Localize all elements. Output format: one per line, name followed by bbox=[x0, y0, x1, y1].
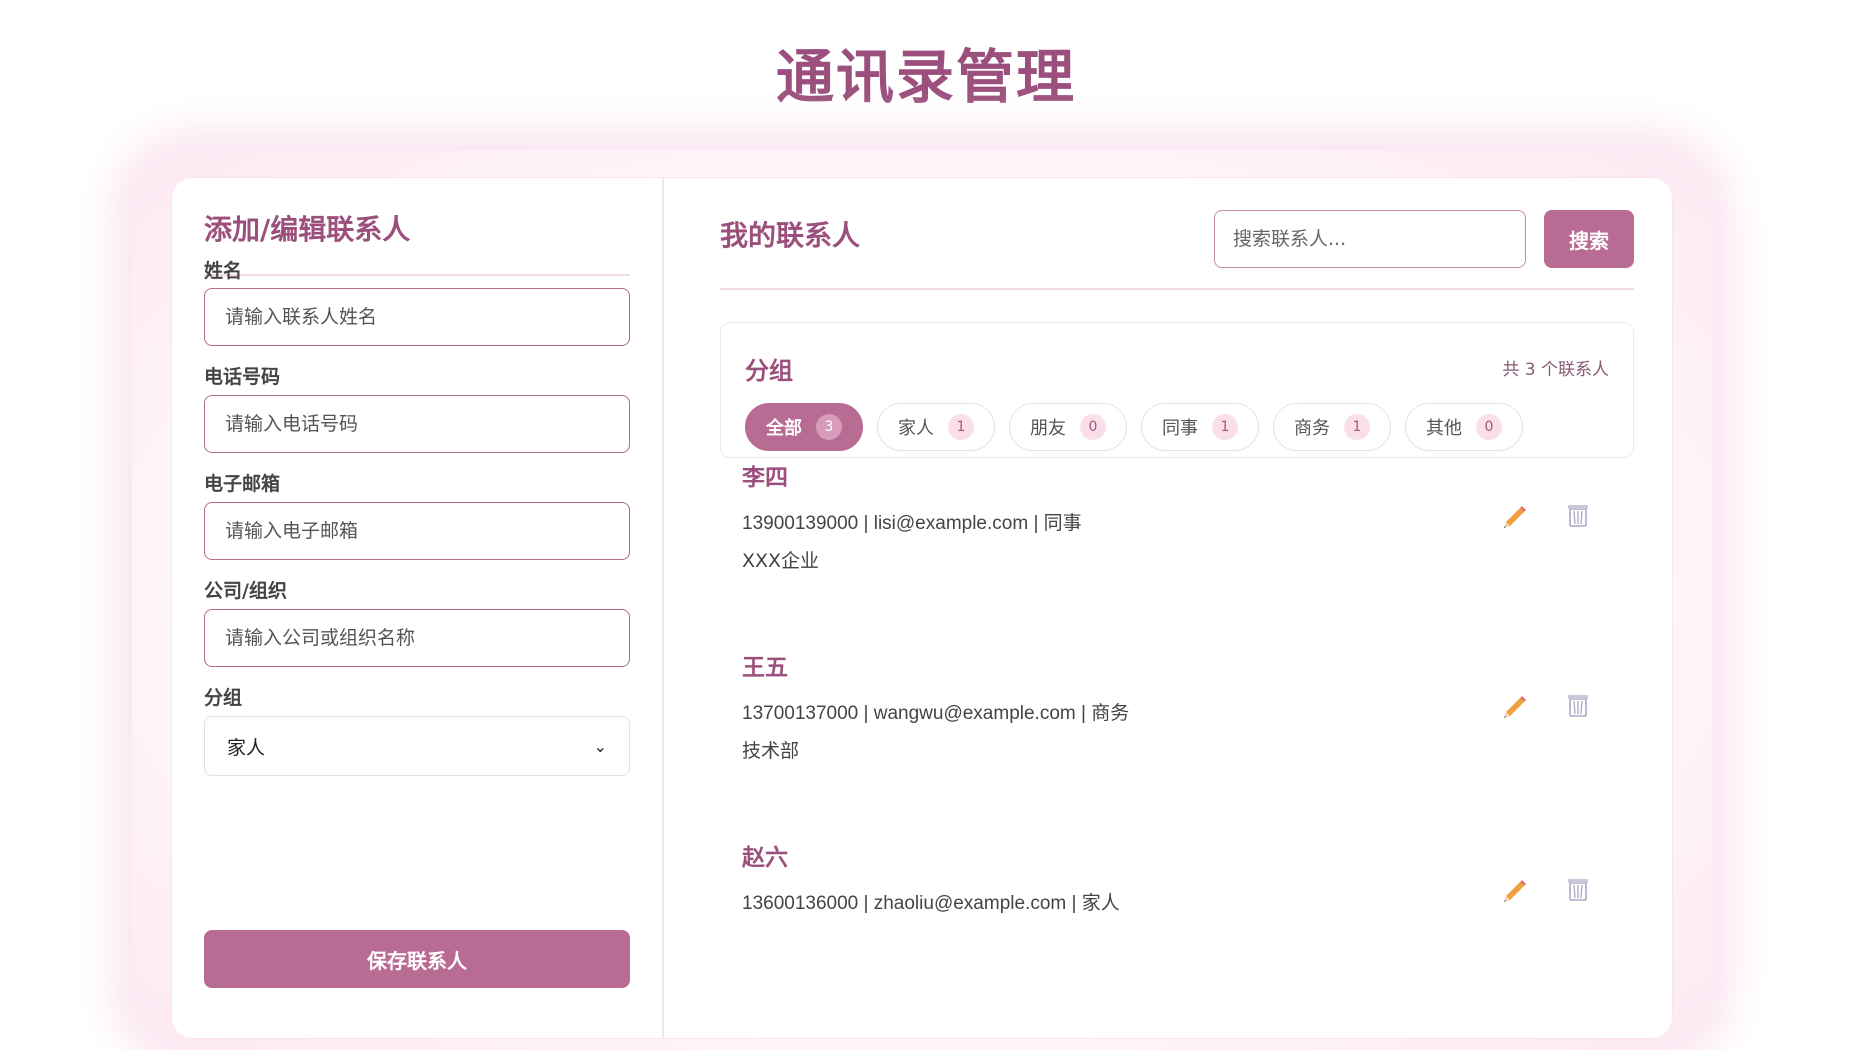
contact-form-panel: 添加/编辑联系人 姓名 电话号码 电子邮箱 公司/组织 分组 家人 ⌄ 保存联系… bbox=[172, 178, 664, 1038]
group-chip-count: 1 bbox=[1212, 414, 1238, 440]
group-chip-label: 家人 bbox=[898, 418, 934, 439]
group-select[interactable]: 家人 ⌄ bbox=[204, 716, 630, 776]
group-chip-label: 朋友 bbox=[1030, 418, 1066, 439]
group-label: 分组 bbox=[204, 687, 243, 709]
email-label: 电子邮箱 bbox=[204, 473, 281, 495]
name-input[interactable] bbox=[204, 288, 630, 346]
contact-item: 李四 13900139000 | lisi@example.com | 同事 X… bbox=[720, 458, 1634, 618]
group-chip-count: 1 bbox=[948, 414, 974, 440]
group-chip-label: 其他 bbox=[1426, 418, 1462, 439]
search-button[interactable]: 搜索 bbox=[1544, 210, 1634, 268]
group-chip-count: 3 bbox=[816, 414, 842, 440]
contact-org: 技术部 bbox=[742, 740, 800, 762]
contact-item: 赵六 13600136000 | zhaoliu@example.com | 家… bbox=[720, 838, 1634, 998]
contact-info: 13600136000 | zhaoliu@example.com | 家人 bbox=[742, 893, 1120, 914]
group-chip-label: 商务 bbox=[1294, 418, 1330, 439]
search-input[interactable] bbox=[1214, 210, 1526, 268]
phone-label: 电话号码 bbox=[204, 366, 281, 388]
group-chips: 全部 3 家人 1 朋友 0 同事 1 商务 1 其他 0 bbox=[745, 403, 1523, 451]
contact-org: XXX企业 bbox=[742, 550, 820, 572]
trash-icon[interactable] bbox=[1563, 500, 1593, 530]
group-chip-family[interactable]: 家人 1 bbox=[877, 403, 995, 451]
trash-icon[interactable] bbox=[1563, 690, 1593, 720]
group-chip-label: 同事 bbox=[1162, 418, 1198, 439]
pencil-icon[interactable] bbox=[1500, 874, 1530, 904]
chevron-down-icon: ⌄ bbox=[593, 736, 607, 756]
contact-info: 13900139000 | lisi@example.com | 同事 bbox=[742, 513, 1082, 534]
group-select-value: 家人 bbox=[227, 736, 266, 759]
company-label: 公司/组织 bbox=[204, 580, 287, 602]
group-filter-title: 分组 bbox=[745, 357, 793, 385]
pencil-icon[interactable] bbox=[1500, 500, 1530, 530]
contact-item: 王五 13700137000 | wangwu@example.com | 商务… bbox=[720, 648, 1634, 808]
page-title: 通讯录管理 bbox=[775, 43, 1076, 111]
name-label: 姓名 bbox=[204, 260, 243, 282]
contacts-panel: 我的联系人 搜索 分组 共 3 个联系人 全部 3 家人 1 朋友 0 bbox=[664, 178, 1672, 1038]
contacts-divider bbox=[720, 288, 1634, 290]
contact-name: 王五 bbox=[742, 655, 788, 681]
contacts-title: 我的联系人 bbox=[720, 219, 861, 252]
pencil-icon[interactable] bbox=[1500, 690, 1530, 720]
group-chip-label: 全部 bbox=[766, 418, 802, 439]
trash-icon[interactable] bbox=[1563, 874, 1593, 904]
phone-input[interactable] bbox=[204, 395, 630, 453]
group-chip-business[interactable]: 商务 1 bbox=[1273, 403, 1391, 451]
group-chip-count: 0 bbox=[1476, 414, 1502, 440]
save-contact-button[interactable]: 保存联系人 bbox=[204, 930, 630, 988]
group-chip-colleagues[interactable]: 同事 1 bbox=[1141, 403, 1259, 451]
contact-info: 13700137000 | wangwu@example.com | 商务 bbox=[742, 703, 1130, 724]
company-input[interactable] bbox=[204, 609, 630, 667]
main-card: 添加/编辑联系人 姓名 电话号码 电子邮箱 公司/组织 分组 家人 ⌄ 保存联系… bbox=[172, 178, 1672, 1038]
form-divider bbox=[204, 274, 630, 276]
contact-name: 赵六 bbox=[742, 845, 788, 871]
group-filter: 分组 共 3 个联系人 全部 3 家人 1 朋友 0 同事 1 商务 1 其他 … bbox=[720, 322, 1634, 458]
contact-total: 共 3 个联系人 bbox=[1502, 360, 1609, 380]
contact-name: 李四 bbox=[742, 465, 788, 491]
group-chip-count: 0 bbox=[1080, 414, 1106, 440]
group-chip-all[interactable]: 全部 3 bbox=[745, 403, 863, 451]
group-chip-friends[interactable]: 朋友 0 bbox=[1009, 403, 1127, 451]
group-chip-other[interactable]: 其他 0 bbox=[1405, 403, 1523, 451]
group-chip-count: 1 bbox=[1344, 414, 1370, 440]
email-input[interactable] bbox=[204, 502, 630, 560]
form-title: 添加/编辑联系人 bbox=[204, 213, 411, 246]
